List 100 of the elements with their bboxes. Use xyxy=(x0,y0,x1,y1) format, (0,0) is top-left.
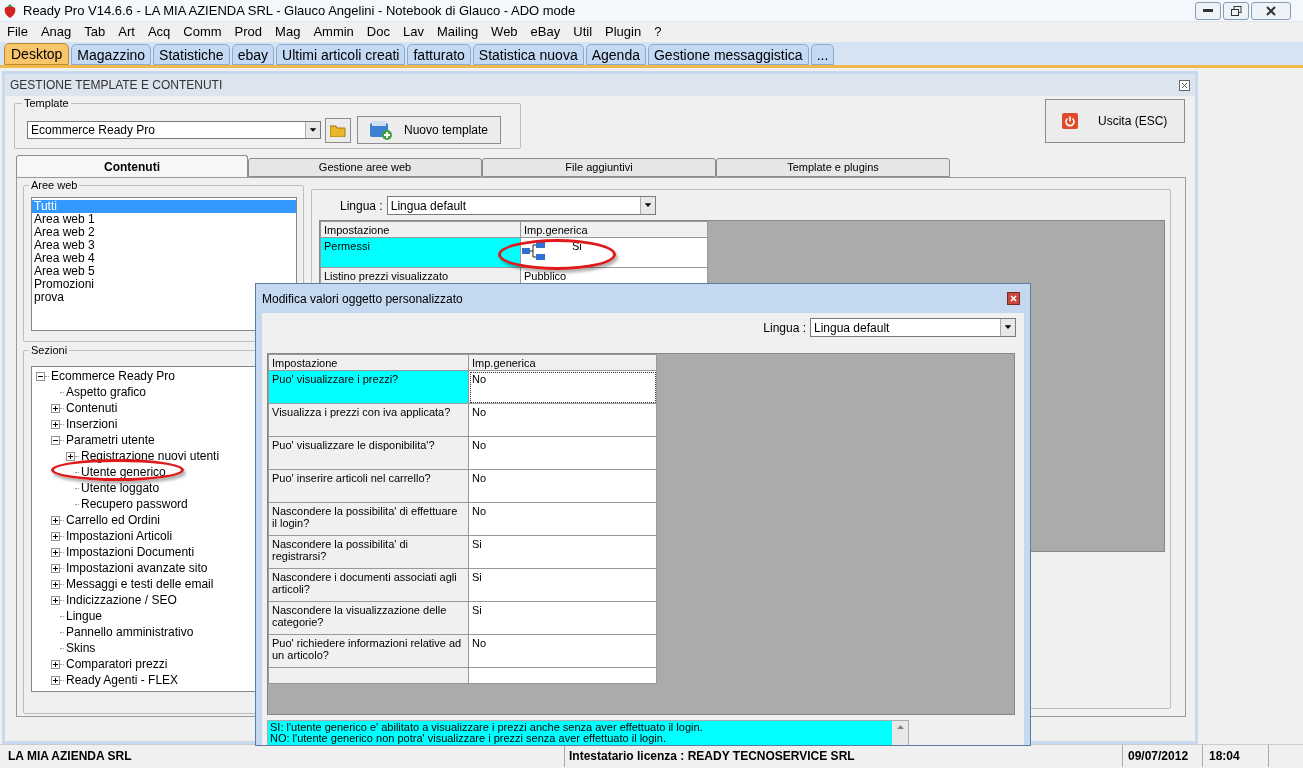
tab[interactable]: Agenda xyxy=(585,44,646,65)
tree-item[interactable]: Messaggi e testi delle email xyxy=(64,576,214,592)
list-item[interactable]: Area web 2 xyxy=(32,226,296,239)
expand-icon[interactable] xyxy=(51,419,60,429)
menu-item[interactable]: ? xyxy=(654,22,662,42)
table-cell: Puo' visualizzare le disponibilita'? xyxy=(268,436,469,470)
tab[interactable]: Magazzino xyxy=(71,44,152,65)
expand-icon[interactable] xyxy=(51,515,60,525)
tab[interactable]: ebay xyxy=(231,44,274,65)
tree-item[interactable]: Registrazione nuovi utenti xyxy=(79,448,220,464)
tab[interactable]: Statistica nuova xyxy=(472,44,584,65)
scroll-up-icon xyxy=(896,725,904,729)
close-button[interactable] xyxy=(1007,292,1020,305)
menu-item[interactable]: Prod xyxy=(234,22,263,42)
language-select[interactable]: Lingua default xyxy=(386,196,656,215)
tree-item[interactable]: Contenuti xyxy=(64,400,118,416)
expand-icon[interactable] xyxy=(51,595,60,605)
tree-item[interactable]: Aspetto grafico xyxy=(64,384,147,400)
table-cell[interactable]: No xyxy=(468,436,657,470)
menu-item[interactable]: Tab xyxy=(84,22,106,42)
list-item[interactable]: Area web 1 xyxy=(32,213,296,226)
tab[interactable]: File aggiuntivi xyxy=(482,158,716,177)
close-button[interactable] xyxy=(1251,1,1291,20)
menu-item[interactable]: eBay xyxy=(530,22,561,42)
menu-item[interactable]: Doc xyxy=(366,22,390,42)
new-template-button[interactable]: Nuovo template xyxy=(357,116,501,144)
tab[interactable]: Template e plugins xyxy=(716,158,950,177)
tab[interactable]: Contenuti xyxy=(16,155,248,177)
tree-item[interactable]: Lingue xyxy=(64,608,103,624)
list-item[interactable]: Area web 5 xyxy=(32,265,296,278)
menu-item[interactable]: Comm xyxy=(183,22,222,42)
tab[interactable]: Statistiche xyxy=(153,44,230,65)
tab[interactable]: Desktop xyxy=(4,43,70,65)
close-icon xyxy=(1010,295,1017,302)
tab[interactable]: ... xyxy=(810,44,835,65)
tab[interactable]: fatturato xyxy=(407,44,471,65)
tree-item[interactable]: Impostazioni Documenti xyxy=(64,544,195,560)
close-icon[interactable] xyxy=(1179,79,1190,91)
table-cell: Si xyxy=(572,240,582,252)
table-cell[interactable]: Si xyxy=(468,568,657,602)
column-header: Impostazione xyxy=(268,354,469,371)
tree-item[interactable]: Ecommerce Ready Pro xyxy=(49,368,176,384)
table-cell[interactable]: No xyxy=(468,469,657,503)
tree-item[interactable]: Recupero password xyxy=(79,496,188,512)
tab[interactable]: Gestione aree web xyxy=(248,158,482,177)
folder-button[interactable] xyxy=(325,117,351,143)
table-cell[interactable]: Si xyxy=(468,535,657,569)
tree-item[interactable]: Skins xyxy=(64,640,96,656)
language-select[interactable]: Lingua default xyxy=(810,318,1016,337)
collapse-icon[interactable] xyxy=(36,371,45,381)
expand-icon[interactable] xyxy=(51,675,60,685)
expand-icon[interactable] xyxy=(51,659,60,669)
exit-button[interactable]: Uscita (ESC) xyxy=(1045,99,1185,143)
template-select[interactable]: Ecommerce Ready Pro xyxy=(27,121,321,139)
expand-icon[interactable] xyxy=(66,451,75,461)
tree-item[interactable]: Utente loggato xyxy=(79,480,160,496)
expand-icon[interactable] xyxy=(51,531,60,541)
tree-item[interactable]: Indicizzazione / SEO xyxy=(64,592,177,608)
expand-icon[interactable] xyxy=(51,547,60,557)
group-label: Aree web xyxy=(29,178,80,192)
menu-item[interactable]: Anag xyxy=(40,22,72,42)
tab[interactable]: Ultimi articoli creati xyxy=(276,44,406,65)
tree-item[interactable]: Parametri utente xyxy=(64,432,155,448)
tree-item[interactable]: Pannello amministrativo xyxy=(64,624,194,640)
table-cell[interactable]: Si xyxy=(468,601,657,635)
menu-item[interactable]: Mailing xyxy=(436,22,479,42)
tab[interactable]: Gestione messaggistica xyxy=(648,44,809,65)
menu-item[interactable]: Web xyxy=(491,22,518,42)
menu-item[interactable]: Art xyxy=(118,22,135,42)
menu-item[interactable]: Mag xyxy=(275,22,301,42)
tree-item[interactable]: Carrello ed Ordini xyxy=(64,512,161,528)
menu-item[interactable]: Acq xyxy=(147,22,171,42)
menu-item[interactable]: File xyxy=(7,22,28,42)
menu-item[interactable]: Plugin xyxy=(605,22,642,42)
collapse-icon[interactable] xyxy=(51,435,60,445)
table-cell: Nascondere la possibilita' di effettuare il login? xyxy=(268,502,469,536)
tree-item[interactable]: Impostazioni Articoli xyxy=(64,528,173,544)
tree-item[interactable]: Ready Agenti - FLEX xyxy=(64,672,179,688)
tree-item[interactable]: Comparatori prezzi xyxy=(64,656,168,672)
tree-item[interactable]: Inserzioni xyxy=(64,416,118,432)
folder-icon xyxy=(330,123,346,137)
restore-button[interactable] xyxy=(1223,1,1249,20)
expand-icon[interactable] xyxy=(51,579,60,589)
table-cell: Puo' inserire articoli nel carrello? xyxy=(268,469,469,503)
table-cell[interactable]: No xyxy=(468,370,657,404)
menu-item[interactable]: Ammin xyxy=(313,22,354,42)
table-cell[interactable]: No xyxy=(468,403,657,437)
table-cell[interactable]: No xyxy=(468,634,657,668)
expand-icon[interactable] xyxy=(51,563,60,573)
menu-item[interactable]: Util xyxy=(573,22,593,42)
tree-item[interactable]: Utente generico xyxy=(79,464,166,480)
menu-item[interactable]: Lav xyxy=(402,22,424,42)
minimize-icon xyxy=(1203,9,1213,12)
table-cell[interactable]: No xyxy=(468,502,657,536)
tree-item[interactable]: Impostazioni avanzate sito xyxy=(64,560,208,576)
expand-icon[interactable] xyxy=(51,403,60,413)
list-item[interactable]: Area web 4 xyxy=(32,252,296,265)
list-item[interactable]: Area web 3 xyxy=(32,239,296,252)
minimize-button[interactable] xyxy=(1195,1,1221,20)
scrollbar[interactable] xyxy=(892,721,908,745)
